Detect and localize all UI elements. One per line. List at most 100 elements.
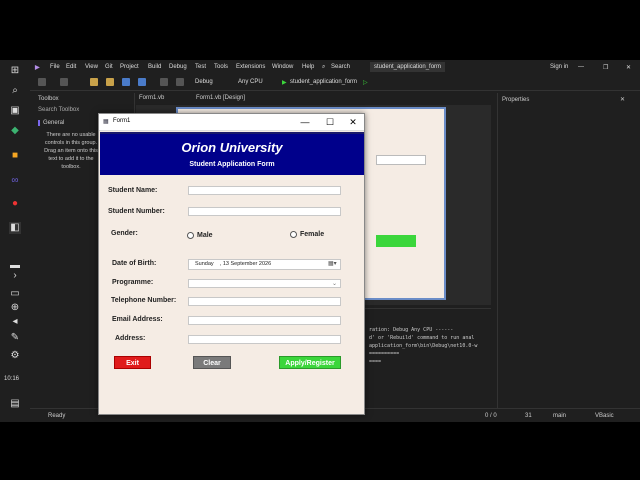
form-icon: ▦ (103, 119, 109, 125)
properties-title: Properties (502, 97, 530, 103)
search-button[interactable]: Search (331, 64, 350, 70)
save-icon[interactable] (122, 78, 130, 86)
pen-icon[interactable]: ✎ (9, 332, 21, 344)
output-line: application_form\bin\Debug\net10.0-w (369, 343, 478, 349)
clear-button[interactable]: Clear (193, 356, 231, 369)
save-all-icon[interactable] (138, 78, 146, 86)
menu-help[interactable]: Help (302, 64, 314, 70)
redo-icon[interactable] (176, 78, 184, 86)
menu-test[interactable]: Test (195, 64, 206, 70)
email-input[interactable] (188, 316, 341, 325)
menu-bar: ▶ File Edit View Git Project Build Debug… (30, 60, 640, 75)
platform-dropdown[interactable]: Any CPU (238, 79, 263, 85)
menu-tools[interactable]: Tools (214, 64, 228, 70)
tab-form-design[interactable]: Form1.vb [Design] (196, 95, 245, 101)
back-icon[interactable] (38, 78, 46, 86)
record-icon[interactable]: ● (9, 198, 21, 210)
menu-view[interactable]: View (85, 64, 98, 70)
status-git[interactable]: 0 / 0 (485, 413, 497, 419)
menu-git[interactable]: Git (105, 64, 113, 70)
menu-file[interactable]: File (50, 64, 60, 70)
toolbox-empty-text: There are no usable controls in this gro… (44, 132, 98, 170)
config-dropdown[interactable]: Debug (195, 79, 213, 85)
clock: 10:16 (4, 376, 20, 382)
infinity-icon[interactable]: ∞ (9, 175, 21, 187)
menu-debug[interactable]: Debug (169, 64, 187, 70)
student-number-input[interactable] (188, 207, 341, 216)
open-icon[interactable] (106, 78, 114, 86)
apply-register-button[interactable]: Apply/Register (279, 356, 341, 369)
forward-icon[interactable] (60, 78, 68, 86)
address-input[interactable] (188, 335, 341, 344)
menu-window[interactable]: Window (272, 64, 293, 70)
vs-taskbar-icon[interactable]: ◧ (9, 222, 21, 234)
close-icon[interactable]: ✕ (626, 64, 631, 71)
toolbox-title: Toolbox (38, 96, 59, 102)
desktop: ⊞ ⌕ ▣ ◆ ■ ∞ ● ◧ ▬ › ▭ ⊕ ◂ ✎ ⚙ 10:16 ▤ ▶ … (0, 0, 640, 480)
start-without-debug-icon[interactable]: ▷ (363, 79, 368, 86)
form-subtitle: Student Application Form (189, 161, 275, 168)
vs-logo-icon[interactable]: ▶ (35, 64, 40, 71)
gender-label: Gender: (111, 230, 138, 237)
document-tabs: Form1.vb Form1.vb [Design] (136, 93, 491, 105)
phone-label: Telephone Number: (111, 297, 177, 304)
form1-titlebar: ▦ Form1 — ☐ ✕ (99, 114, 364, 131)
volume-icon[interactable]: ◂ (9, 316, 21, 328)
male-label[interactable]: Male (197, 232, 213, 239)
status-lang[interactable]: VBasic (595, 413, 614, 419)
maximize-icon[interactable]: ☐ (324, 116, 336, 128)
pin-icon[interactable]: ✕ (620, 96, 625, 103)
solution-name: student_application_form (370, 62, 446, 72)
sublime-icon[interactable]: ■ (9, 150, 21, 162)
programme-select[interactable]: ⌄ (188, 279, 341, 288)
dob-picker[interactable]: Sunday , 13 September 2026 ▦▾ (188, 259, 341, 270)
dob-label: Date of Birth: (112, 260, 157, 267)
output-line: d' or 'Rebuild' command to run anal (369, 335, 475, 341)
female-label[interactable]: Female (300, 231, 324, 238)
undo-icon[interactable] (160, 78, 168, 86)
calendar-icon[interactable]: ▦▾ (328, 260, 337, 267)
task-view-icon[interactable]: ▣ (9, 105, 21, 117)
form1-title: Form1 (113, 118, 131, 124)
university-name: Orion University (181, 140, 283, 155)
menu-edit[interactable]: Edit (66, 64, 76, 70)
app-icon[interactable]: ◆ (9, 125, 21, 137)
menu-project[interactable]: Project (120, 64, 139, 70)
male-radio[interactable] (187, 232, 194, 239)
menu-extensions[interactable]: Extensions (236, 64, 265, 70)
menu-build[interactable]: Build (148, 64, 161, 70)
form1-window: ▦ Form1 — ☐ ✕ Orion University Student A… (98, 113, 365, 415)
student-name-label: Student Name: (108, 187, 158, 194)
status-lines[interactable]: 31 (525, 413, 532, 419)
output-line: ==== (369, 359, 382, 365)
minimize-icon[interactable]: — (578, 64, 584, 70)
notification-icon[interactable]: ▤ (9, 398, 21, 410)
sign-in-link[interactable]: Sign in (550, 64, 568, 70)
start-button[interactable]: student_application_form (290, 79, 357, 85)
student-name-input[interactable] (188, 186, 341, 195)
settings-icon[interactable]: ⚙ (9, 350, 21, 362)
status-branch[interactable]: main (553, 413, 566, 419)
design-field (376, 155, 426, 165)
windows-start-icon[interactable]: ⊞ (9, 65, 21, 77)
minimize-icon[interactable]: — (299, 116, 311, 128)
close-icon[interactable]: ✕ (347, 116, 359, 128)
address-label: Address: (115, 335, 146, 342)
header-band: Orion University Student Application For… (100, 132, 364, 175)
toolbox-group[interactable]: General (38, 120, 64, 126)
female-radio[interactable] (290, 231, 297, 238)
phone-input[interactable] (188, 297, 341, 306)
search-icon[interactable]: ⌕ (322, 64, 325, 71)
new-item-icon[interactable] (90, 78, 98, 86)
start-icon[interactable]: ▶ (282, 79, 287, 86)
email-label: Email Address: (112, 316, 163, 323)
restore-icon[interactable]: ❐ (603, 64, 608, 71)
toolbox-search[interactable]: Search Toolbox (38, 107, 79, 113)
exit-button[interactable]: Exit (114, 356, 151, 369)
chevron-down-icon[interactable]: ⌄ (332, 280, 337, 287)
properties-panel: Properties ✕ (497, 93, 640, 408)
chevron-right-icon[interactable]: › (9, 270, 21, 282)
search-icon[interactable]: ⌕ (9, 85, 21, 97)
tab-form-vb[interactable]: Form1.vb (139, 95, 164, 101)
globe-icon[interactable]: ⊕ (9, 302, 21, 314)
